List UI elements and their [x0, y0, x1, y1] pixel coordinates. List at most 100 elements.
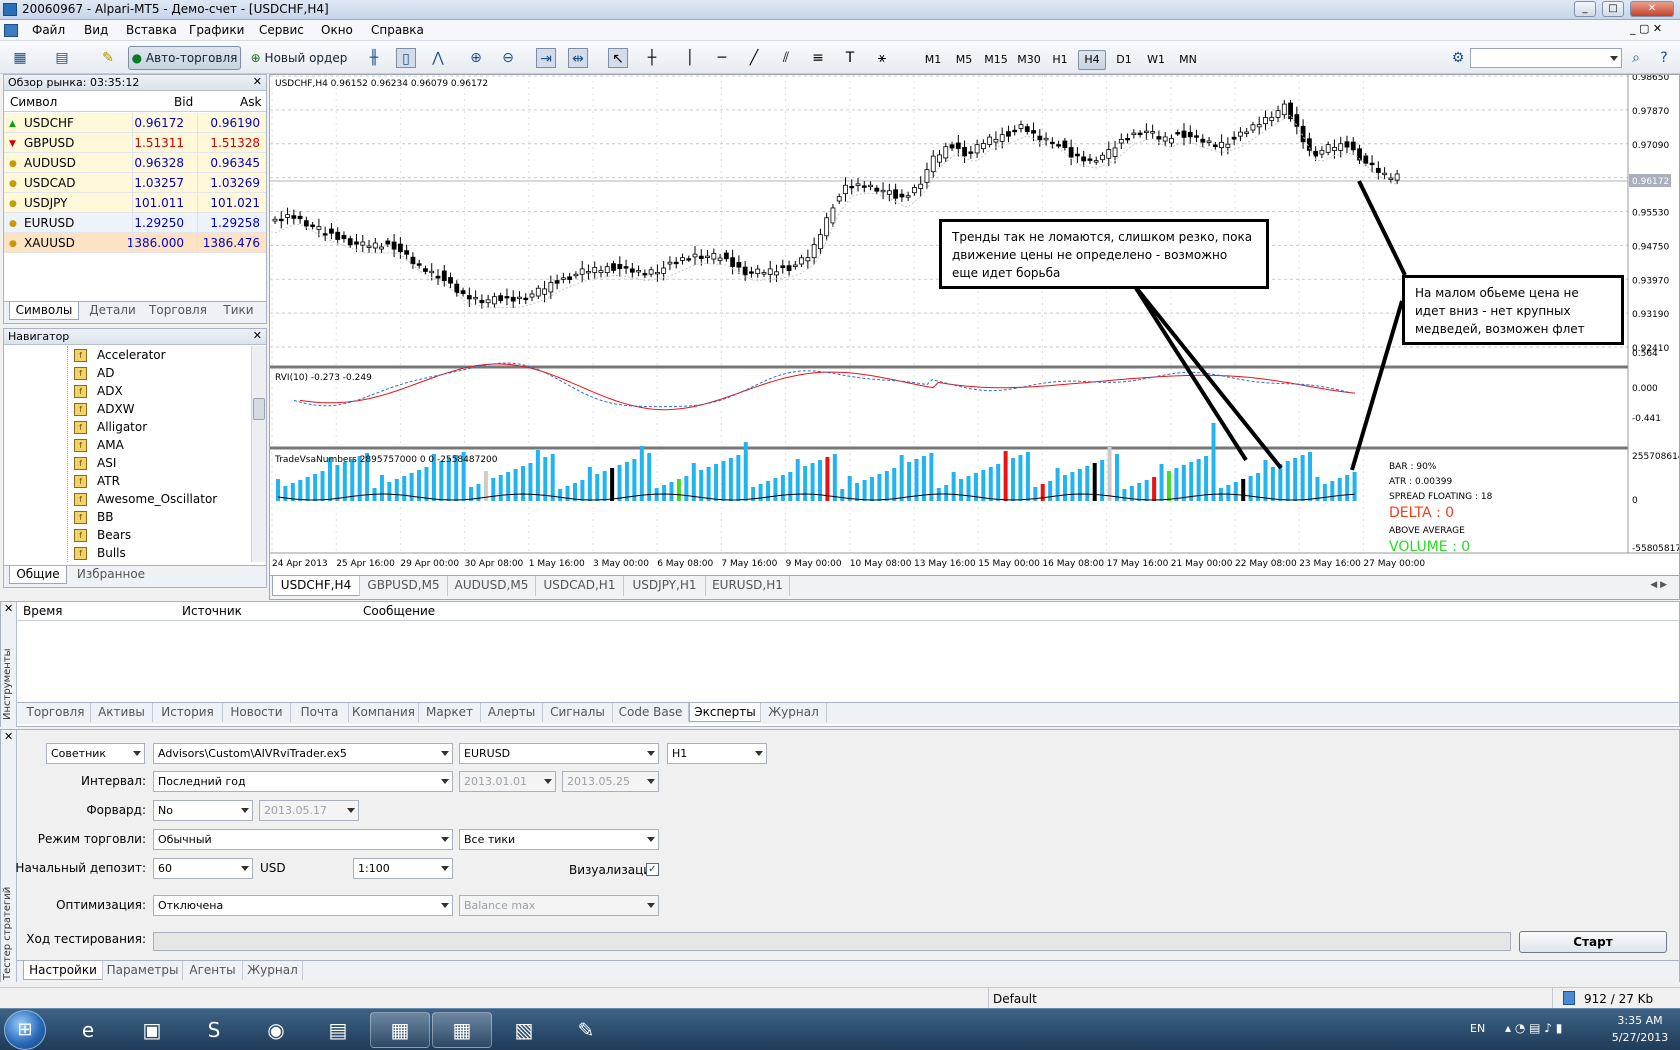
language-indicator[interactable]: EN — [1470, 1022, 1485, 1035]
toolbox-tab[interactable]: Компания — [349, 703, 419, 722]
tab-details[interactable]: Детали — [84, 302, 141, 320]
tf-m1[interactable]: M1 — [919, 50, 947, 70]
chart-tab[interactable]: GBPUSD,M5 — [360, 576, 448, 596]
save-app-icon[interactable]: ▤ — [308, 1012, 368, 1048]
tester-type-select[interactable]: Советник — [46, 743, 145, 764]
toolbox-tab[interactable]: Эксперты — [689, 703, 761, 722]
tf-m5[interactable]: M5 — [950, 50, 978, 70]
tf-h1[interactable]: H1 — [1046, 50, 1074, 70]
close-icon[interactable]: ✕ — [253, 75, 262, 89]
paint-icon[interactable]: ✎ — [556, 1012, 616, 1048]
trendline-icon[interactable]: ╱ — [744, 48, 764, 68]
chart-tab[interactable]: EURUSD,H1 — [706, 576, 790, 596]
chart-window[interactable]: 0.986500.978700.970900.963100.955300.947… — [269, 74, 1680, 600]
menu-view[interactable]: Вид — [84, 23, 108, 37]
shapes-icon[interactable]: ⚹ — [872, 48, 892, 68]
search-input[interactable] — [1470, 48, 1622, 68]
new-order-button[interactable]: ⊕ Новый ордер — [248, 46, 350, 70]
ie-icon[interactable]: e — [58, 1012, 118, 1048]
forward-date-input[interactable]: 2013.05.17 — [259, 800, 359, 821]
tab-common[interactable]: Общие — [9, 566, 67, 584]
deposit-input[interactable]: 60 — [153, 858, 253, 879]
period-select[interactable]: H1 — [667, 743, 767, 764]
menu-insert[interactable]: Вставка — [126, 23, 177, 37]
mdi-buttons[interactable]: _ ▢ ✕ — [1630, 22, 1662, 35]
tab-ticks[interactable]: Тики — [216, 302, 261, 320]
market-watch-row[interactable]: ▲ USDCHF 0.96172 0.96190 — [4, 113, 266, 133]
navigator-scrollbar[interactable] — [251, 346, 266, 562]
horizontal-line-icon[interactable]: ─ — [712, 48, 732, 68]
tf-w1[interactable]: W1 — [1142, 50, 1170, 70]
interval-select[interactable]: Последний год — [153, 771, 453, 792]
symbol-select[interactable]: EURUSD — [459, 743, 659, 764]
close-icon[interactable]: ✕ — [4, 602, 13, 616]
market-watch-row[interactable]: ● EURUSD 1.29250 1.29258 — [4, 213, 266, 233]
fibonacci-icon[interactable]: ≡ — [808, 48, 828, 68]
toolbox-tab[interactable]: История — [153, 703, 223, 722]
tester-tab[interactable]: Агенты — [183, 961, 243, 980]
toolbox-tab[interactable]: Активы — [91, 703, 153, 722]
cursor-icon[interactable]: ↖ — [608, 48, 628, 68]
close-icon[interactable]: ✕ — [253, 329, 262, 343]
toolbox-tab[interactable]: Сигналы — [543, 703, 613, 722]
tf-m30[interactable]: M30 — [1013, 50, 1045, 70]
metaeditor-icon[interactable]: ✎ — [98, 48, 118, 68]
market-watch-row[interactable]: ● XAUUSD 1386.000 1386.476 — [4, 233, 266, 253]
vertical-line-icon[interactable]: │ — [680, 48, 700, 68]
tab-trading[interactable]: Торговля — [144, 302, 212, 320]
start-button[interactable]: Старт — [1519, 931, 1667, 953]
tf-d1[interactable]: D1 — [1110, 50, 1138, 70]
toolbox-tab[interactable]: Code Base — [613, 703, 689, 722]
new-chart-icon[interactable]: ▦ — [10, 48, 30, 68]
toolbox-tab[interactable]: Торговля — [21, 703, 91, 722]
market-watch-row[interactable]: ▼ GBPUSD 1.51311 1.51328 — [4, 133, 266, 153]
market-watch-row[interactable]: ● AUDUSD 0.96328 0.96345 — [4, 153, 266, 173]
col-time[interactable]: Время — [23, 604, 63, 618]
equidistant-channel-icon[interactable]: ⫽ — [776, 48, 796, 68]
tester-tab[interactable]: Параметры — [103, 961, 183, 980]
market-watch-row[interactable]: ● USDCAD 1.03257 1.03269 — [4, 173, 266, 193]
tester-tab[interactable]: Журнал — [243, 961, 303, 980]
line-chart-icon[interactable]: ⋀ — [428, 48, 448, 68]
start-button-windows[interactable]: ⊞ — [4, 1010, 46, 1050]
help-icon[interactable]: ? — [1654, 48, 1674, 68]
tf-m15[interactable]: M15 — [980, 50, 1012, 70]
ticks-select[interactable]: Все тики — [459, 829, 659, 850]
criterion-select[interactable]: Balance max — [459, 895, 659, 916]
close-icon[interactable]: ✕ — [4, 730, 13, 744]
chart-tab[interactable]: USDCAD,H1 — [536, 576, 624, 596]
col-source[interactable]: Источник — [182, 604, 242, 618]
zoom-in-icon[interactable]: ⊕ — [466, 48, 486, 68]
tab-favorites[interactable]: Избранное — [70, 566, 152, 584]
firefox-icon[interactable]: ◉ — [246, 1012, 306, 1048]
tf-mn[interactable]: MN — [1174, 50, 1202, 70]
tf-h4[interactable]: H4 — [1078, 50, 1106, 70]
visualization-checkbox[interactable]: ✓ — [646, 863, 659, 876]
clock-time[interactable]: 3:35 AM — [1610, 1014, 1670, 1027]
menu-help[interactable]: Справка — [371, 23, 424, 37]
col-message[interactable]: Сообщение — [363, 604, 435, 618]
text-icon[interactable]: T — [840, 48, 860, 68]
menu-tools[interactable]: Сервис — [259, 23, 304, 37]
bar-chart-icon[interactable]: ╫ — [364, 48, 384, 68]
expert-select[interactable]: Advisors\Custom\AIVRviTrader.ex5 — [153, 743, 453, 764]
tester-tab[interactable]: Настройки — [23, 961, 103, 980]
leverage-select[interactable]: 1:100 — [353, 858, 453, 879]
date-to-input[interactable]: 2013.05.25 — [562, 771, 659, 792]
maximize-button[interactable]: □ — [1602, 1, 1624, 17]
tab-symbols[interactable]: Символы — [9, 302, 79, 320]
auto-trading-button[interactable]: ● Авто-торговля — [128, 46, 241, 70]
metatrader-task-icon-2[interactable]: ▦ — [432, 1012, 492, 1048]
col-symbol[interactable]: Символ — [10, 95, 57, 109]
clock-date[interactable]: 5/27/2013 — [1604, 1031, 1676, 1044]
close-window-button[interactable]: ✕ — [1630, 1, 1674, 17]
toolbox-tab[interactable]: Почта — [291, 703, 349, 722]
trade-mode-select[interactable]: Обычный — [153, 829, 453, 850]
menu-file[interactable]: Файл — [32, 23, 65, 37]
candlestick-icon[interactable]: ▯ — [396, 48, 416, 68]
col-bid[interactable]: Bid — [174, 95, 193, 109]
chart-tab[interactable]: USDCHF,H4 — [272, 576, 360, 596]
market-watch-row[interactable]: ● USDJPY 101.011 101.021 — [4, 193, 266, 213]
toolbox-tab[interactable]: Маркет — [419, 703, 481, 722]
metatrader-task-icon[interactable]: ▦ — [370, 1012, 430, 1048]
